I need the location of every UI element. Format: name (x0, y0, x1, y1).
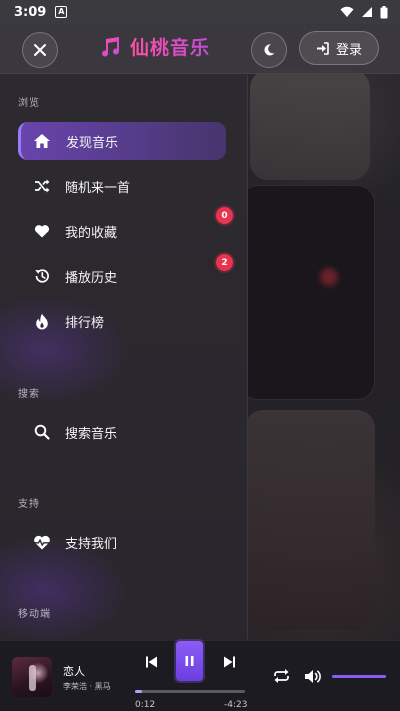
nav-label: 支持我们 (65, 536, 118, 552)
fire-icon (32, 311, 52, 331)
player-bar: 恋人 李荣浩 · 黑马 0:12 -4:23 (0, 640, 400, 711)
background-card (250, 70, 370, 180)
wifi-icon (340, 6, 354, 17)
nav-item-discover[interactable]: 发现音乐 (18, 122, 226, 160)
remaining-time: -4:23 (224, 700, 248, 710)
pause-icon (185, 656, 194, 666)
progress-bar[interactable] (135, 690, 245, 693)
nav-item-favorites[interactable]: 我的收藏 (18, 212, 226, 250)
status-icons (340, 5, 388, 19)
nav-item-history[interactable]: 播放历史 (18, 257, 226, 295)
status-time: 3:09 (14, 4, 47, 20)
theme-toggle-button[interactable] (251, 32, 287, 68)
section-title-browse: 浏览 (18, 98, 40, 109)
signal-icon (362, 7, 372, 17)
nav-label: 搜索音乐 (65, 426, 118, 442)
nav-item-charts[interactable]: 排行榜 (18, 302, 226, 340)
play-pause-button[interactable] (176, 641, 203, 681)
history-icon (32, 266, 52, 286)
background-decoration (320, 268, 338, 286)
battery-icon (380, 5, 388, 18)
volume-slider[interactable] (332, 675, 386, 678)
volume-icon (304, 669, 321, 683)
song-title[interactable]: 恋人 (63, 663, 85, 679)
nav-drawer: 浏览 发现音乐 随机来一首 我的收藏 0 播放历史 2 排行榜 搜索 搜索音乐 … (0, 75, 248, 640)
close-drawer-button[interactable] (22, 32, 58, 68)
section-title-mobile: 移动端 (18, 609, 51, 620)
shuffle-icon (32, 176, 52, 196)
volume-button[interactable] (303, 666, 323, 686)
elapsed-time: 0:12 (135, 700, 156, 710)
album-cover-art (29, 665, 36, 691)
notification-a-icon: A (55, 6, 68, 18)
nav-item-shuffle[interactable]: 随机来一首 (18, 167, 226, 205)
skip-previous-icon (145, 656, 157, 668)
nav-label: 播放历史 (65, 270, 118, 286)
song-artist: 李荣浩 · 黑马 (63, 682, 111, 691)
nav-item-search-music[interactable]: 搜索音乐 (18, 413, 226, 451)
nav-label: 发现音乐 (66, 135, 119, 151)
background-card (240, 185, 375, 400)
favorites-count-badge: 0 (216, 207, 233, 224)
music-note-icon (102, 36, 120, 57)
nav-item-support-us[interactable]: 支持我们 (18, 523, 226, 561)
next-button[interactable] (220, 653, 238, 671)
section-title-search: 搜索 (18, 389, 40, 400)
section-title-support: 支持 (18, 499, 40, 510)
heart-pulse-icon (32, 532, 52, 552)
login-button[interactable]: 登录 (299, 31, 379, 65)
album-cover[interactable] (12, 657, 52, 697)
sign-in-icon (316, 41, 329, 55)
search-icon (32, 422, 52, 442)
repeat-button[interactable] (271, 666, 291, 686)
history-count-badge: 2 (216, 254, 233, 271)
home-icon (32, 131, 52, 151)
previous-button[interactable] (142, 653, 160, 671)
skip-next-icon (223, 656, 235, 668)
close-icon (34, 44, 46, 56)
app-title: 仙桃音乐 (130, 33, 210, 60)
nav-label: 随机来一首 (65, 180, 131, 196)
repeat-icon (273, 669, 289, 683)
status-bar: 3:09 A (0, 0, 400, 24)
nav-label: 排行榜 (65, 315, 105, 331)
nav-label: 我的收藏 (65, 225, 118, 241)
heart-icon (32, 221, 52, 241)
progress-fill (135, 690, 142, 693)
volume-fill (332, 675, 386, 678)
background-card (245, 410, 375, 630)
login-label: 登录 (335, 42, 362, 58)
app-brand[interactable]: 仙桃音乐 (98, 33, 210, 60)
moon-icon (264, 44, 275, 56)
app-header: 仙桃音乐 登录 (0, 24, 400, 74)
